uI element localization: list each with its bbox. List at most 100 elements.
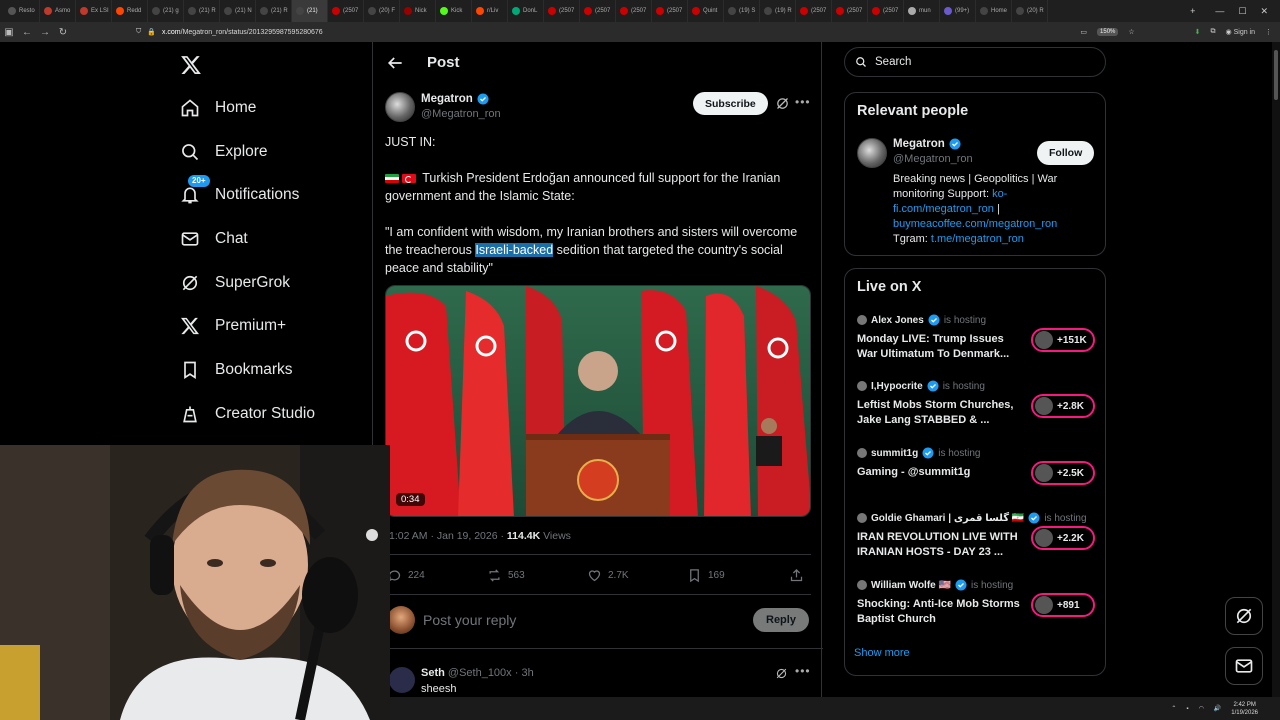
browser-tab[interactable]: DonL [508,0,544,22]
browser-tab[interactable]: (2507 [652,0,688,22]
browser-tab[interactable]: (2507 [796,0,832,22]
nav-chat[interactable]: Chat [180,224,248,254]
sign-in-button[interactable]: ◉ Sign in [1226,28,1255,36]
browser-tab[interactable]: (20) R [1012,0,1048,22]
grok-icon[interactable] [775,96,790,111]
browser-tab[interactable]: mun [904,0,940,22]
live-listeners-pill[interactable]: +2.8K [1031,394,1095,418]
maximize-button[interactable]: ☐ [1238,6,1246,17]
grok-floating-button[interactable] [1225,597,1263,635]
browser-tab[interactable]: Nick [400,0,436,22]
reload-icon[interactable]: ↻ [54,22,72,42]
author-name[interactable]: Megatron [421,93,489,105]
zoom-level[interactable]: 150% [1097,28,1119,36]
nav-supergrok[interactable]: SuperGrok [180,268,290,298]
author-avatar[interactable] [385,92,415,122]
live-item[interactable]: I,Hypocrite is hosting Leftist Mobs Storm… [857,380,1097,440]
messages-floating-button[interactable] [1225,647,1263,685]
live-listeners-pill[interactable]: +891 [1031,593,1095,617]
like-action[interactable]: 2.7K [587,568,629,583]
live-item[interactable]: William Wolfe 🇺🇸 is hosting Shocking: Ant… [857,579,1097,639]
comment-handle[interactable]: @Seth_100x · 3h [448,667,534,679]
extensions-icon[interactable]: ⧉ [1211,28,1216,36]
subscribe-button[interactable]: Subscribe [693,92,768,115]
follow-button[interactable]: Follow [1037,141,1095,165]
browser-tab[interactable]: Redd [112,0,148,22]
nav-creator-studio[interactable]: Creator Studio [180,399,315,429]
reply-input[interactable]: Post your reply [423,612,516,628]
person-avatar[interactable] [857,138,887,168]
reply-button[interactable]: Reply [753,608,809,632]
search-input[interactable]: Search [844,47,1106,77]
grok-icon[interactable] [775,667,788,680]
tab-new-button[interactable]: + [1190,6,1195,16]
download-icon[interactable]: ⬇ [1195,28,1201,36]
browser-tab[interactable]: (99+) [940,0,976,22]
network-icon[interactable]: ◠ [1199,705,1204,712]
reply-action[interactable]: 224 [387,568,425,583]
forward-icon[interactable]: → [36,22,54,42]
more-options-icon[interactable]: ••• [795,664,811,678]
live-listeners-pill[interactable]: +2.2K [1031,526,1095,550]
tray-chevron-icon[interactable]: ⌃ [1171,705,1176,712]
browser-tab[interactable]: (2507 [580,0,616,22]
x-logo-icon[interactable] [180,54,202,76]
more-options-icon[interactable]: ••• [795,96,810,111]
tray-icon[interactable]: ▪ [1186,706,1188,712]
browser-tab[interactable]: (21) N [220,0,256,22]
system-clock[interactable]: 2:42 PM 1/19/2026 [1231,701,1258,717]
person-handle[interactable]: @Megatron_ron [893,153,973,165]
browser-tab[interactable]: (21) R [256,0,292,22]
browser-tab[interactable]: r/Liv [472,0,508,22]
nav-premium[interactable]: Premium+ [180,311,286,341]
nav-home[interactable]: Home [180,93,256,123]
bio-link-buymeacoffee[interactable]: buymeacoffee.com/megatron_ron [893,218,1057,230]
post-video[interactable]: 0:34 [385,285,811,517]
comment-author-name[interactable]: Seth [421,667,445,679]
nav-bookmarks[interactable]: Bookmarks [180,355,293,385]
browser-tab[interactable]: Kick [436,0,472,22]
star-icon[interactable]: ☆ [1128,28,1134,36]
browser-tab[interactable]: (21) [292,0,328,22]
browser-tab[interactable]: (2507 [832,0,868,22]
browser-tab[interactable]: (2507 [616,0,652,22]
sidebar-toggle-icon[interactable]: ▣ [0,22,18,42]
share-action[interactable] [789,568,804,583]
back-arrow-icon[interactable] [385,53,405,73]
page-scrollbar[interactable] [1272,42,1280,697]
minimize-button[interactable]: — [1215,6,1224,16]
author-handle[interactable]: @Megatron_ron [421,108,501,120]
live-listeners-pill[interactable]: +151K [1031,328,1095,352]
bookmark-action[interactable]: 169 [687,568,725,583]
menu-icon[interactable]: ⋮ [1265,28,1272,36]
volume-icon[interactable]: 🔊 [1214,705,1221,712]
browser-tab[interactable]: (19) S [724,0,760,22]
post-timestamp[interactable]: 1:02 AM · Jan 19, 2026 · [389,530,507,542]
bio-link-telegram[interactable]: t.me/megatron_ron [931,233,1024,245]
live-item[interactable]: Goldie Ghamari | گلسا قمری 🇮🇷 is hosting … [857,512,1097,572]
live-listeners-pill[interactable]: +2.5K [1031,461,1095,485]
browser-tab[interactable]: Asmo [40,0,76,22]
screen-icon[interactable]: ▭ [1080,28,1087,36]
browser-tab[interactable]: Ex LSI [76,0,112,22]
live-item[interactable]: Alex Jones is hosting Monday LIVE: Trump … [857,314,1097,374]
browser-tab[interactable]: (2507 [328,0,364,22]
back-icon[interactable]: ← [18,22,36,42]
browser-tab[interactable]: Home [976,0,1012,22]
live-item[interactable]: summit1g is hosting Gaming - @summit1g +2… [857,447,1097,507]
nav-explore[interactable]: Explore [180,137,268,167]
person-name[interactable]: Megatron [893,138,961,150]
close-window-button[interactable]: ✕ [1260,6,1268,17]
browser-tab[interactable]: (19) R [760,0,796,22]
browser-tab[interactable]: Resto [4,0,40,22]
browser-tab[interactable]: (2507 [868,0,904,22]
nav-notifications[interactable]: 20+ Notifications [180,175,299,210]
browser-tab[interactable]: Quint [688,0,724,22]
browser-tab[interactable]: (21) g [148,0,184,22]
show-more-link[interactable]: Show more [854,647,910,659]
url-field[interactable]: ⛉ 🔒 x.com/Megatron_ron/status/2013295987… [136,28,323,36]
browser-tab[interactable]: (2507 [544,0,580,22]
repost-action[interactable]: 563 [487,568,525,583]
comment-avatar[interactable] [389,667,415,693]
browser-tab[interactable]: (20) F [364,0,400,22]
